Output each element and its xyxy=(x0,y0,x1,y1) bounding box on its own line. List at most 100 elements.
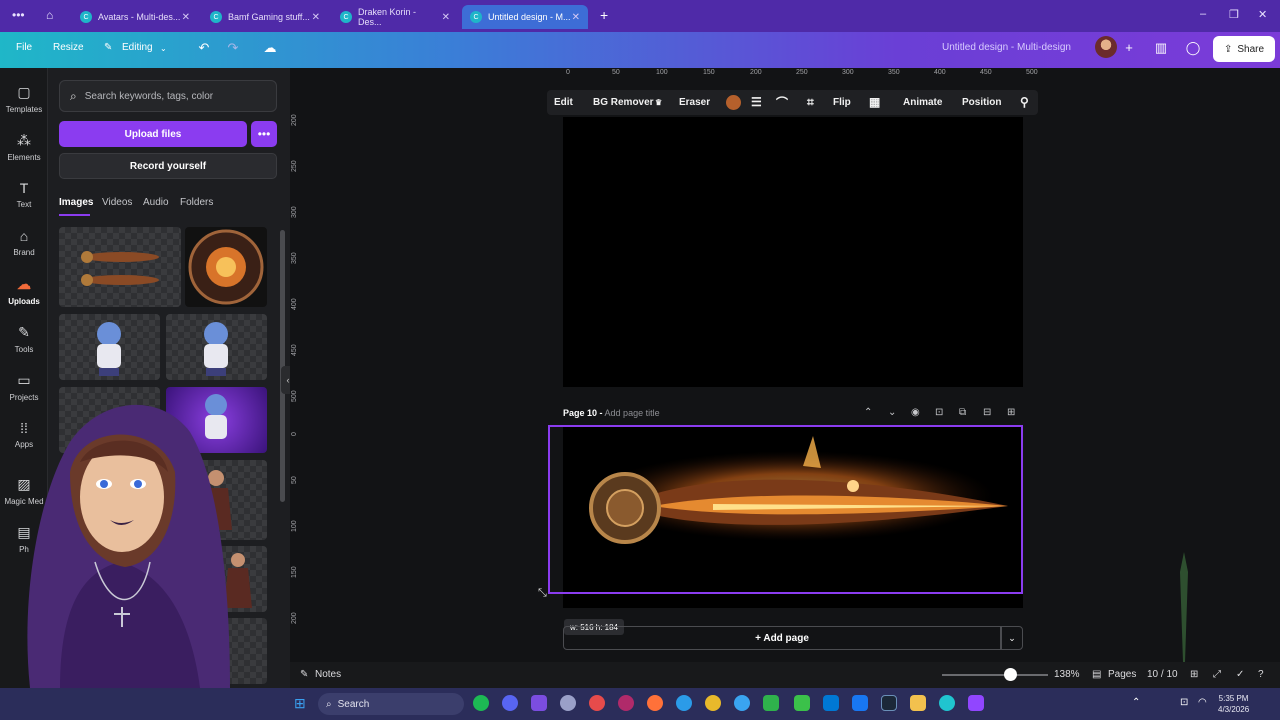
windows-start-icon[interactable]: ⊞ xyxy=(294,695,306,712)
app-grid-icon[interactable] xyxy=(531,695,547,711)
edge-icon[interactable] xyxy=(676,695,692,711)
tab-folders[interactable]: Folders xyxy=(180,197,213,208)
corner-rounding-icon[interactable]: ⌒ xyxy=(776,94,788,111)
insights-icon[interactable]: ▥ xyxy=(1150,40,1172,60)
page-title-placeholder[interactable]: Add page title xyxy=(605,408,660,418)
color-swatch[interactable] xyxy=(726,95,741,110)
resize-button[interactable]: Resize xyxy=(53,42,84,53)
workspaces-icon[interactable]: ⌂ xyxy=(46,8,53,22)
tab-images[interactable]: Images xyxy=(59,197,93,208)
help-icon[interactable]: ? xyxy=(1258,669,1264,680)
app-icon[interactable] xyxy=(763,695,779,711)
avatar[interactable] xyxy=(1095,36,1117,58)
rail-item-uploads[interactable]: ☁ Uploads xyxy=(0,276,48,306)
rail-item-brand[interactable]: ⌂ Brand xyxy=(0,228,48,257)
fullscreen-icon[interactable]: ⤢ xyxy=(1213,669,1221,680)
undo-icon[interactable]: ↶ xyxy=(193,40,215,60)
lock-icon[interactable]: ⊡ xyxy=(935,407,943,418)
app-icon[interactable] xyxy=(823,695,839,711)
notes-button[interactable]: Notes xyxy=(315,669,341,680)
previous-page-canvas[interactable] xyxy=(563,117,1023,387)
cloud-saved-icon[interactable]: ☁ xyxy=(259,40,281,60)
wifi-icon[interactable]: ◠ xyxy=(1198,697,1207,708)
chevron-down-icon[interactable]: ⌄ xyxy=(160,44,167,53)
plus-icon[interactable]: + xyxy=(1118,40,1140,60)
rail-item-elements[interactable]: ⁂ Elements xyxy=(0,132,48,162)
move-page-down-icon[interactable]: ⌄ xyxy=(888,407,896,418)
eraser-button[interactable]: Eraser xyxy=(679,97,710,108)
flip-button[interactable]: Flip xyxy=(833,97,851,108)
upload-files-button[interactable]: Upload files xyxy=(59,121,247,147)
close-icon[interactable]: ✕ xyxy=(312,12,320,23)
edit-button[interactable]: Edit xyxy=(554,97,573,108)
network-icon[interactable]: ⊡ xyxy=(1180,697,1188,708)
crop-icon[interactable]: ⌗ xyxy=(807,95,814,110)
redo-icon[interactable]: ↷ xyxy=(222,40,244,60)
border-style-icon[interactable]: ☰ xyxy=(751,95,762,109)
transparency-icon[interactable]: ▦ xyxy=(869,95,880,109)
tab-audio[interactable]: Audio xyxy=(143,197,169,208)
canva-icon[interactable] xyxy=(939,695,955,711)
chevron-down-icon[interactable]: ⌄ xyxy=(1001,626,1023,650)
facebook-icon[interactable] xyxy=(852,695,868,711)
steam-icon[interactable] xyxy=(881,695,897,711)
bg-remover-button[interactable]: BG Remover xyxy=(593,97,654,108)
excel-icon[interactable] xyxy=(794,695,810,711)
new-tab-button[interactable]: + xyxy=(600,7,608,23)
pages-button[interactable]: Pages xyxy=(1108,669,1136,680)
upload-thumbnail[interactable] xyxy=(166,314,267,380)
tab-avatars[interactable]: C Avatars - Multi-des... ✕ xyxy=(72,5,198,29)
more-options-icon[interactable]: ••• xyxy=(251,121,277,147)
paint-format-icon[interactable]: ⚲ xyxy=(1020,95,1029,109)
rail-item-text[interactable]: T Text xyxy=(0,180,48,209)
hide-page-icon[interactable]: ◉ xyxy=(911,407,920,418)
chevron-up-icon[interactable]: ⌃ xyxy=(1132,697,1140,708)
page-count[interactable]: 10 / 10 xyxy=(1147,669,1178,680)
delete-page-icon[interactable]: ⊟ xyxy=(983,407,991,418)
canvas-scrollbar[interactable] xyxy=(1272,80,1277,640)
comment-icon[interactable]: ◯ xyxy=(1182,40,1204,60)
duplicate-page-icon[interactable]: ⧉ xyxy=(959,407,966,418)
rail-item-tools[interactable]: ✎ Tools xyxy=(0,324,48,354)
app-icon[interactable] xyxy=(618,695,634,711)
upload-thumbnail[interactable] xyxy=(185,227,267,307)
resize-handle-icon[interactable]: ⤡ xyxy=(538,587,547,600)
add-page-icon[interactable]: ⊞ xyxy=(1007,407,1015,418)
twitch-icon[interactable] xyxy=(968,695,984,711)
spotify-icon[interactable] xyxy=(473,695,489,711)
taskbar-search[interactable]: ⌕ Search xyxy=(318,693,464,715)
zoom-slider-handle[interactable] xyxy=(1004,668,1017,681)
animate-button[interactable]: Animate xyxy=(903,97,942,108)
zoom-level[interactable]: 138% xyxy=(1054,669,1080,680)
editing-mode-button[interactable]: Editing xyxy=(122,42,153,53)
file-menu[interactable]: File xyxy=(16,42,32,53)
move-page-up-icon[interactable]: ⌃ xyxy=(864,407,872,418)
close-window-button[interactable]: ✕ xyxy=(1258,8,1267,21)
tab-videos[interactable]: Videos xyxy=(102,197,132,208)
close-icon[interactable]: ✕ xyxy=(442,12,450,23)
maximize-button[interactable]: ❐ xyxy=(1229,8,1239,21)
position-button[interactable]: Position xyxy=(962,97,1001,108)
zoom-slider[interactable] xyxy=(942,674,1048,676)
record-yourself-button[interactable]: Record yourself xyxy=(59,153,277,179)
selection-box[interactable] xyxy=(548,425,1023,594)
upload-thumbnail[interactable] xyxy=(59,314,160,380)
file-explorer-icon[interactable] xyxy=(910,695,926,711)
design-title[interactable]: Untitled design - Multi-design xyxy=(942,42,1071,53)
search-input[interactable]: ⌕ Search keywords, tags, color xyxy=(59,80,277,112)
grid-view-icon[interactable]: ⊞ xyxy=(1190,669,1198,680)
browser-menu-icon[interactable]: ••• xyxy=(12,8,25,22)
app-icon[interactable] xyxy=(589,695,605,711)
minimize-button[interactable]: – xyxy=(1200,8,1206,20)
discord-icon[interactable] xyxy=(502,695,518,711)
upload-thumbnail[interactable] xyxy=(59,227,181,307)
tab-bamf[interactable]: C Bamf Gaming stuff... ✕ xyxy=(202,5,328,29)
page-title[interactable]: Page 10 - Add page title xyxy=(563,408,660,418)
tab-draken[interactable]: C Draken Korin - Des... ✕ xyxy=(332,5,458,29)
add-page-button[interactable]: + Add page xyxy=(563,626,1001,650)
firefox-icon[interactable] xyxy=(647,695,663,711)
notes-icon[interactable]: ✎ xyxy=(300,669,308,680)
check-icon[interactable]: ✓ xyxy=(1236,669,1244,680)
app-icon[interactable] xyxy=(734,695,750,711)
app-icon[interactable] xyxy=(560,695,576,711)
